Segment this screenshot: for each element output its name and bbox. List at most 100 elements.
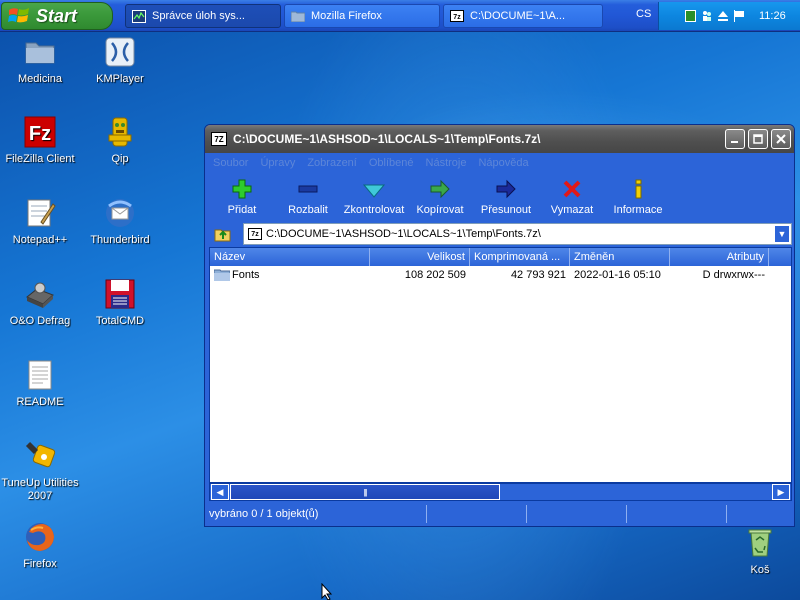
minimize-icon bbox=[731, 141, 738, 143]
folder-icon bbox=[214, 269, 230, 282]
desktop-icon-firefox[interactable]: Firefox bbox=[0, 520, 80, 571]
eject-icon[interactable] bbox=[717, 10, 728, 22]
status-bar: vybráno 0 / 1 objekt(ů) bbox=[205, 503, 794, 525]
folder-icon bbox=[25, 42, 55, 64]
column-header-attributes[interactable]: Atributy bbox=[670, 248, 769, 266]
column-header-packed[interactable]: Komprimovaná ... bbox=[470, 248, 570, 266]
svg-text:Fz: Fz bbox=[29, 123, 51, 145]
up-folder-button[interactable] bbox=[209, 223, 237, 245]
minimize-button[interactable] bbox=[725, 129, 745, 149]
7zip-file-manager-window: 7Z C:\DOCUME~1\ASHSOD~1\LOCALS~1\Temp\Fo… bbox=[204, 124, 795, 527]
windows-flag-icon bbox=[8, 8, 29, 23]
desktop-icon-totalcmd[interactable]: TotalCMD bbox=[80, 277, 160, 328]
task-label: Mozilla Firefox bbox=[311, 10, 382, 22]
people-icon[interactable] bbox=[701, 10, 712, 22]
extract-button[interactable]: Rozbalit bbox=[275, 173, 341, 219]
row-modified: 2022-01-16 05:10 bbox=[574, 269, 661, 281]
menubar: Soubor Úpravy Zobrazení Oblíbené Nástroj… bbox=[209, 153, 790, 173]
copy-button[interactable]: Kopírovat bbox=[407, 173, 473, 219]
desktop-icon-medicina[interactable]: Medicina bbox=[0, 35, 80, 86]
column-header-size[interactable]: Velikost bbox=[370, 248, 470, 266]
desktop-icon-oodefrag[interactable]: O&O Defrag bbox=[0, 277, 80, 328]
desktop-icon-label: Notepad++ bbox=[12, 234, 68, 246]
desktop-icon-label: TotalCMD bbox=[95, 315, 145, 327]
scroll-right-button[interactable]: ▶ bbox=[772, 484, 790, 500]
desktop-icon-label: FileZilla Client bbox=[5, 153, 75, 165]
desktop-icon-label: O&O Defrag bbox=[9, 315, 71, 327]
column-header-name[interactable]: Název bbox=[210, 248, 370, 266]
menu-help[interactable]: Nápověda bbox=[478, 157, 528, 169]
test-button[interactable]: Zkontrolovat bbox=[341, 173, 407, 219]
delete-button[interactable]: Vymazat bbox=[539, 173, 605, 219]
menu-favorites[interactable]: Oblíbené bbox=[369, 157, 414, 169]
task-label: Správce úloh sys... bbox=[152, 10, 245, 22]
maximize-icon bbox=[753, 134, 763, 144]
address-input[interactable]: 7z C:\DOCUME~1\ASHSOD~1\LOCALS~1\Temp\Fo… bbox=[243, 223, 792, 245]
tool-label: Rozbalit bbox=[288, 204, 328, 216]
menu-edit[interactable]: Úpravy bbox=[260, 157, 295, 169]
file-list[interactable]: Název Velikost Komprimovaná ... Změněn A… bbox=[209, 247, 792, 483]
horizontal-scrollbar[interactable]: ◀ ||| ▶ bbox=[209, 483, 792, 501]
menu-file[interactable]: Soubor bbox=[213, 157, 248, 169]
scroll-left-button[interactable]: ◀ bbox=[211, 484, 229, 500]
column-header-modified[interactable]: Změněn bbox=[570, 248, 670, 266]
add-button[interactable]: Přidat bbox=[209, 173, 275, 219]
filezilla-icon: Fz bbox=[24, 116, 56, 148]
language-indicator[interactable]: CS bbox=[636, 8, 651, 20]
text-document-icon bbox=[28, 360, 52, 390]
taskbar-item-task-manager[interactable]: Správce úloh sys... bbox=[125, 4, 281, 28]
toolbar: Přidat Rozbalit Zkontrolovat Kopírovat P… bbox=[209, 173, 790, 219]
status-segment-3 bbox=[527, 505, 627, 523]
address-bar: 7z C:\DOCUME~1\ASHSOD~1\LOCALS~1\Temp\Fo… bbox=[209, 223, 792, 245]
desktop-icon-recycle-bin[interactable]: Koš bbox=[720, 526, 800, 577]
desktop-icon-label: Qip bbox=[111, 153, 129, 165]
row-name-cell: Fonts bbox=[210, 269, 370, 282]
clock[interactable]: 11:26 bbox=[759, 10, 786, 22]
desktop-icon-thunderbird[interactable]: Thunderbird bbox=[80, 196, 160, 247]
desktop-icon-filezilla[interactable]: Fz FileZilla Client bbox=[0, 115, 80, 166]
desktop-icon-qip[interactable]: Qip bbox=[80, 115, 160, 166]
scroll-thumb[interactable]: ||| bbox=[230, 484, 500, 500]
svg-text:7z: 7z bbox=[453, 14, 461, 21]
recycle-bin-icon bbox=[748, 529, 772, 557]
maximize-button[interactable] bbox=[748, 129, 768, 149]
menu-tools[interactable]: Nástroje bbox=[426, 157, 467, 169]
thunderbird-icon bbox=[106, 199, 134, 227]
move-arrow-icon bbox=[496, 179, 516, 199]
kmplayer-icon bbox=[105, 37, 135, 67]
menu-view[interactable]: Zobrazení bbox=[307, 157, 357, 169]
address-path: C:\DOCUME~1\ASHSOD~1\LOCALS~1\Temp\Fonts… bbox=[266, 228, 541, 240]
close-button[interactable] bbox=[771, 129, 791, 149]
info-button[interactable]: Informace bbox=[605, 173, 671, 219]
desktop-icon-readme[interactable]: README bbox=[0, 358, 80, 409]
notepad-icon bbox=[27, 199, 56, 227]
chevron-right-icon: ▶ bbox=[777, 486, 785, 497]
status-segment-2 bbox=[427, 505, 527, 523]
chevron-left-icon: ◀ bbox=[216, 486, 224, 497]
scroll-grip: ||| bbox=[363, 487, 367, 497]
folder-icon bbox=[291, 10, 305, 23]
window-title: C:\DOCUME~1\ASHSOD~1\LOCALS~1\Temp\Fonts… bbox=[233, 132, 541, 146]
start-button[interactable]: Start bbox=[1, 2, 113, 30]
minus-icon bbox=[298, 185, 318, 193]
plus-icon bbox=[232, 179, 252, 199]
7zip-app-icon[interactable]: 7Z bbox=[211, 132, 227, 146]
address-dropdown-button[interactable]: ▼ bbox=[774, 225, 790, 243]
taskbar-item-7zip[interactable]: 7z C:\DOCUME~1\A... bbox=[443, 4, 603, 28]
window-titlebar[interactable]: 7Z C:\DOCUME~1\ASHSOD~1\LOCALS~1\Temp\Fo… bbox=[205, 125, 794, 153]
tool-label: Zkontrolovat bbox=[343, 204, 405, 216]
row-size: 108 202 509 bbox=[404, 269, 466, 281]
desktop-icon-notepadpp[interactable]: Notepad++ bbox=[0, 196, 80, 247]
desktop-icon-kmplayer[interactable]: KMPlayer bbox=[80, 35, 160, 86]
table-row[interactable]: Fonts 108 202 509 42 793 921 2022-01-16 … bbox=[210, 266, 791, 284]
chevron-down-icon: ▼ bbox=[777, 229, 787, 239]
checkmark-icon bbox=[363, 184, 385, 198]
taskbar-item-firefox[interactable]: Mozilla Firefox bbox=[284, 4, 440, 28]
flag-icon[interactable] bbox=[733, 10, 744, 22]
desktop-icon-label: Thunderbird bbox=[90, 234, 150, 246]
move-button[interactable]: Přesunout bbox=[473, 173, 539, 219]
7zip-archive-icon: 7z bbox=[248, 228, 262, 240]
task-manager-icon bbox=[132, 9, 146, 23]
desktop-icon-tuneup[interactable]: TuneUp Utilities 2007 bbox=[0, 439, 80, 503]
network-icon[interactable] bbox=[685, 10, 696, 22]
